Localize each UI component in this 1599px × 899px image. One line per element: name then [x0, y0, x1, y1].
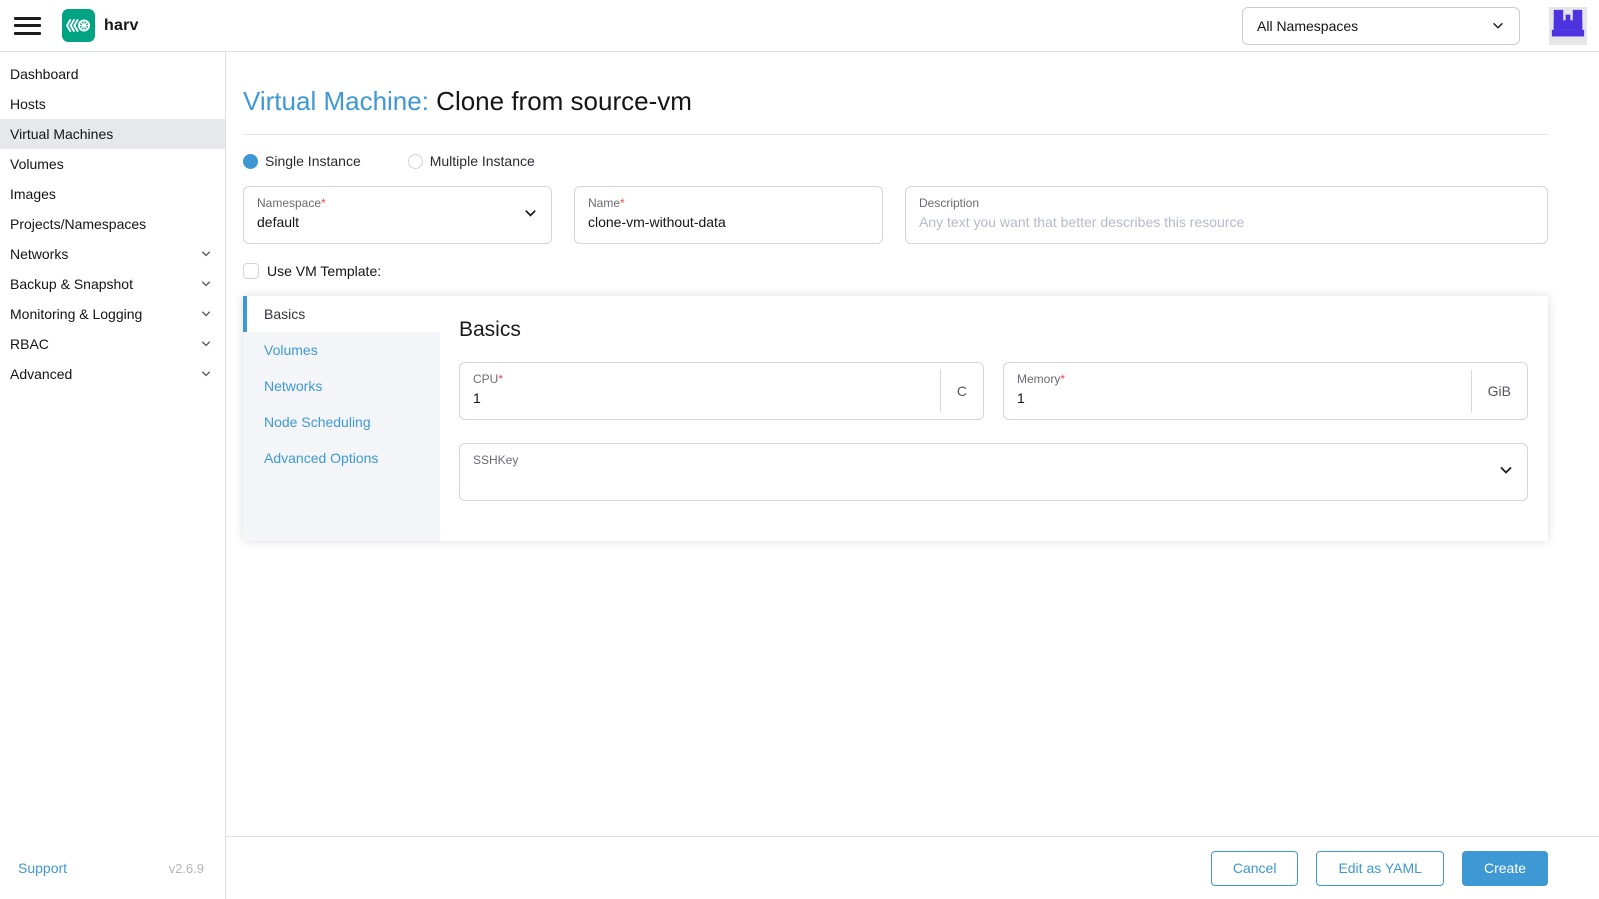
namespace-value[interactable]: [257, 214, 538, 230]
sidebar-item-label: Monitoring & Logging: [10, 306, 142, 322]
cpu-unit: C: [940, 370, 983, 412]
support-link[interactable]: Support: [18, 860, 67, 876]
sidebar-item-label: Volumes: [10, 156, 64, 172]
top-fields-row: Namespace* Name* Description: [243, 186, 1548, 244]
sidebar-item-label: Hosts: [10, 96, 46, 112]
use-vm-template-checkbox[interactable]: [243, 263, 259, 279]
cpu-memory-row: CPU* C Memory* GiB: [459, 362, 1528, 420]
sidebar-item-label: Networks: [10, 246, 68, 262]
description-input[interactable]: [919, 214, 1534, 230]
sidebar-item-monitoring-logging[interactable]: Monitoring & Logging: [0, 299, 225, 329]
hamburger-menu-icon[interactable]: [14, 16, 41, 36]
top-header: harv All Namespaces: [0, 0, 1599, 52]
required-asterisk: *: [1060, 372, 1065, 386]
sidebar-item-label: Backup & Snapshot: [10, 276, 133, 292]
tab-advanced-options[interactable]: Advanced Options: [243, 440, 440, 476]
namespace-label: Namespace*: [257, 196, 538, 211]
name-input[interactable]: [588, 214, 869, 230]
sidebar-item-label: Images: [10, 186, 56, 202]
tab-networks[interactable]: Networks: [243, 368, 440, 404]
sidebar-item-images[interactable]: Images: [0, 179, 225, 209]
tab-volumes[interactable]: Volumes: [243, 332, 440, 368]
sidebar-item-networks[interactable]: Networks: [0, 239, 225, 269]
required-asterisk: *: [620, 196, 625, 210]
radio-multiple-instance[interactable]: Multiple Instance: [408, 153, 535, 169]
radio-label: Single Instance: [265, 153, 361, 169]
main-content: Virtual Machine: Clone from source-vm Si…: [226, 52, 1599, 836]
description-field[interactable]: Description: [905, 186, 1548, 244]
namespace-filter-value: All Namespaces: [1257, 18, 1491, 34]
create-button[interactable]: Create: [1462, 851, 1548, 886]
sidebar-item-label: Advanced: [10, 366, 72, 382]
name-field[interactable]: Name*: [574, 186, 883, 244]
user-avatar-identicon[interactable]: [1549, 7, 1587, 45]
tab-content-basics: Basics CPU* C Memor: [440, 296, 1548, 541]
sidebar-footer: Support v2.6.9: [0, 837, 225, 899]
memory-field[interactable]: Memory* GiB: [1003, 362, 1528, 420]
required-asterisk: *: [498, 372, 503, 386]
page-title-prefix: Virtual Machine:: [243, 86, 436, 116]
description-label: Description: [919, 196, 1534, 211]
main-column: Virtual Machine: Clone from source-vm Si…: [226, 52, 1599, 899]
radio-unselected-icon[interactable]: [408, 154, 423, 169]
sidebar-item-volumes[interactable]: Volumes: [0, 149, 225, 179]
title-divider: [243, 134, 1548, 135]
sidebar-item-hosts[interactable]: Hosts: [0, 89, 225, 119]
cancel-button[interactable]: Cancel: [1211, 851, 1299, 886]
name-label: Name*: [588, 196, 869, 211]
sidebar-nav: Dashboard Hosts Virtual Machines Volumes Ima…: [0, 59, 225, 389]
sidebar-item-label: Projects/Namespaces: [10, 216, 146, 232]
cpu-input[interactable]: [473, 390, 927, 406]
sidebar-item-label: Virtual Machines: [10, 126, 113, 142]
basics-heading: Basics: [459, 318, 1528, 342]
edit-as-yaml-button[interactable]: Edit as YAML: [1316, 851, 1444, 886]
chevron-down-icon: [200, 368, 212, 380]
sidebar-item-rbac[interactable]: RBAC: [0, 329, 225, 359]
use-vm-template-label: Use VM Template:: [267, 263, 381, 279]
instance-mode-radio-group: Single Instance Multiple Instance: [243, 153, 1548, 169]
use-vm-template-row[interactable]: Use VM Template:: [243, 263, 1548, 279]
app-window: harv All Namespaces: [0, 0, 1599, 899]
cpu-field[interactable]: CPU* C: [459, 362, 984, 420]
chevron-down-icon: [200, 308, 212, 320]
sshkey-label: SSHKey: [473, 453, 1514, 468]
chevron-down-icon: [523, 206, 538, 224]
sidebar-item-label: RBAC: [10, 336, 49, 352]
required-asterisk: *: [321, 196, 326, 210]
sidebar-item-label: Dashboard: [10, 66, 79, 82]
sidebar-item-virtual-machines[interactable]: Virtual Machines: [0, 119, 225, 149]
tab-basics[interactable]: Basics: [243, 296, 440, 332]
memory-unit: GiB: [1471, 370, 1527, 412]
cpu-label: CPU*: [473, 372, 927, 387]
sidebar-item-dashboard[interactable]: Dashboard: [0, 59, 225, 89]
harvester-logo-icon[interactable]: [62, 9, 95, 42]
chevron-down-icon: [1498, 463, 1514, 482]
namespace-select[interactable]: Namespace*: [243, 186, 552, 244]
memory-input[interactable]: [1017, 390, 1458, 406]
sidebar: Dashboard Hosts Virtual Machines Volumes Ima…: [0, 52, 226, 899]
radio-label: Multiple Instance: [430, 153, 535, 169]
namespace-filter-select[interactable]: All Namespaces: [1242, 7, 1520, 45]
memory-label: Memory*: [1017, 372, 1458, 387]
chevron-down-icon: [200, 278, 212, 290]
header-right: All Namespaces: [1242, 7, 1599, 45]
tab-node-scheduling[interactable]: Node Scheduling: [243, 404, 440, 440]
page-title: Virtual Machine: Clone from source-vm: [243, 86, 1548, 117]
brand-name: harv: [104, 17, 139, 35]
sidebar-item-backup-snapshot[interactable]: Backup & Snapshot: [0, 269, 225, 299]
config-tab-list: BasicsVolumesNetworksNode SchedulingAdva…: [243, 296, 440, 541]
chevron-down-icon: [1491, 19, 1505, 33]
chevron-down-icon: [200, 248, 212, 260]
chevron-down-icon: [200, 338, 212, 350]
sidebar-item-projects-namespaces[interactable]: Projects/Namespaces: [0, 209, 225, 239]
sshkey-select[interactable]: SSHKey: [459, 443, 1528, 501]
version-label: v2.6.9: [169, 861, 204, 876]
action-footer: Cancel Edit as YAML Create: [226, 836, 1599, 899]
sidebar-item-advanced[interactable]: Advanced: [0, 359, 225, 389]
radio-selected-icon[interactable]: [243, 154, 258, 169]
vm-config-card: BasicsVolumesNetworksNode SchedulingAdva…: [243, 296, 1548, 541]
radio-single-instance[interactable]: Single Instance: [243, 153, 361, 169]
page-title-name: Clone from source-vm: [436, 86, 692, 116]
